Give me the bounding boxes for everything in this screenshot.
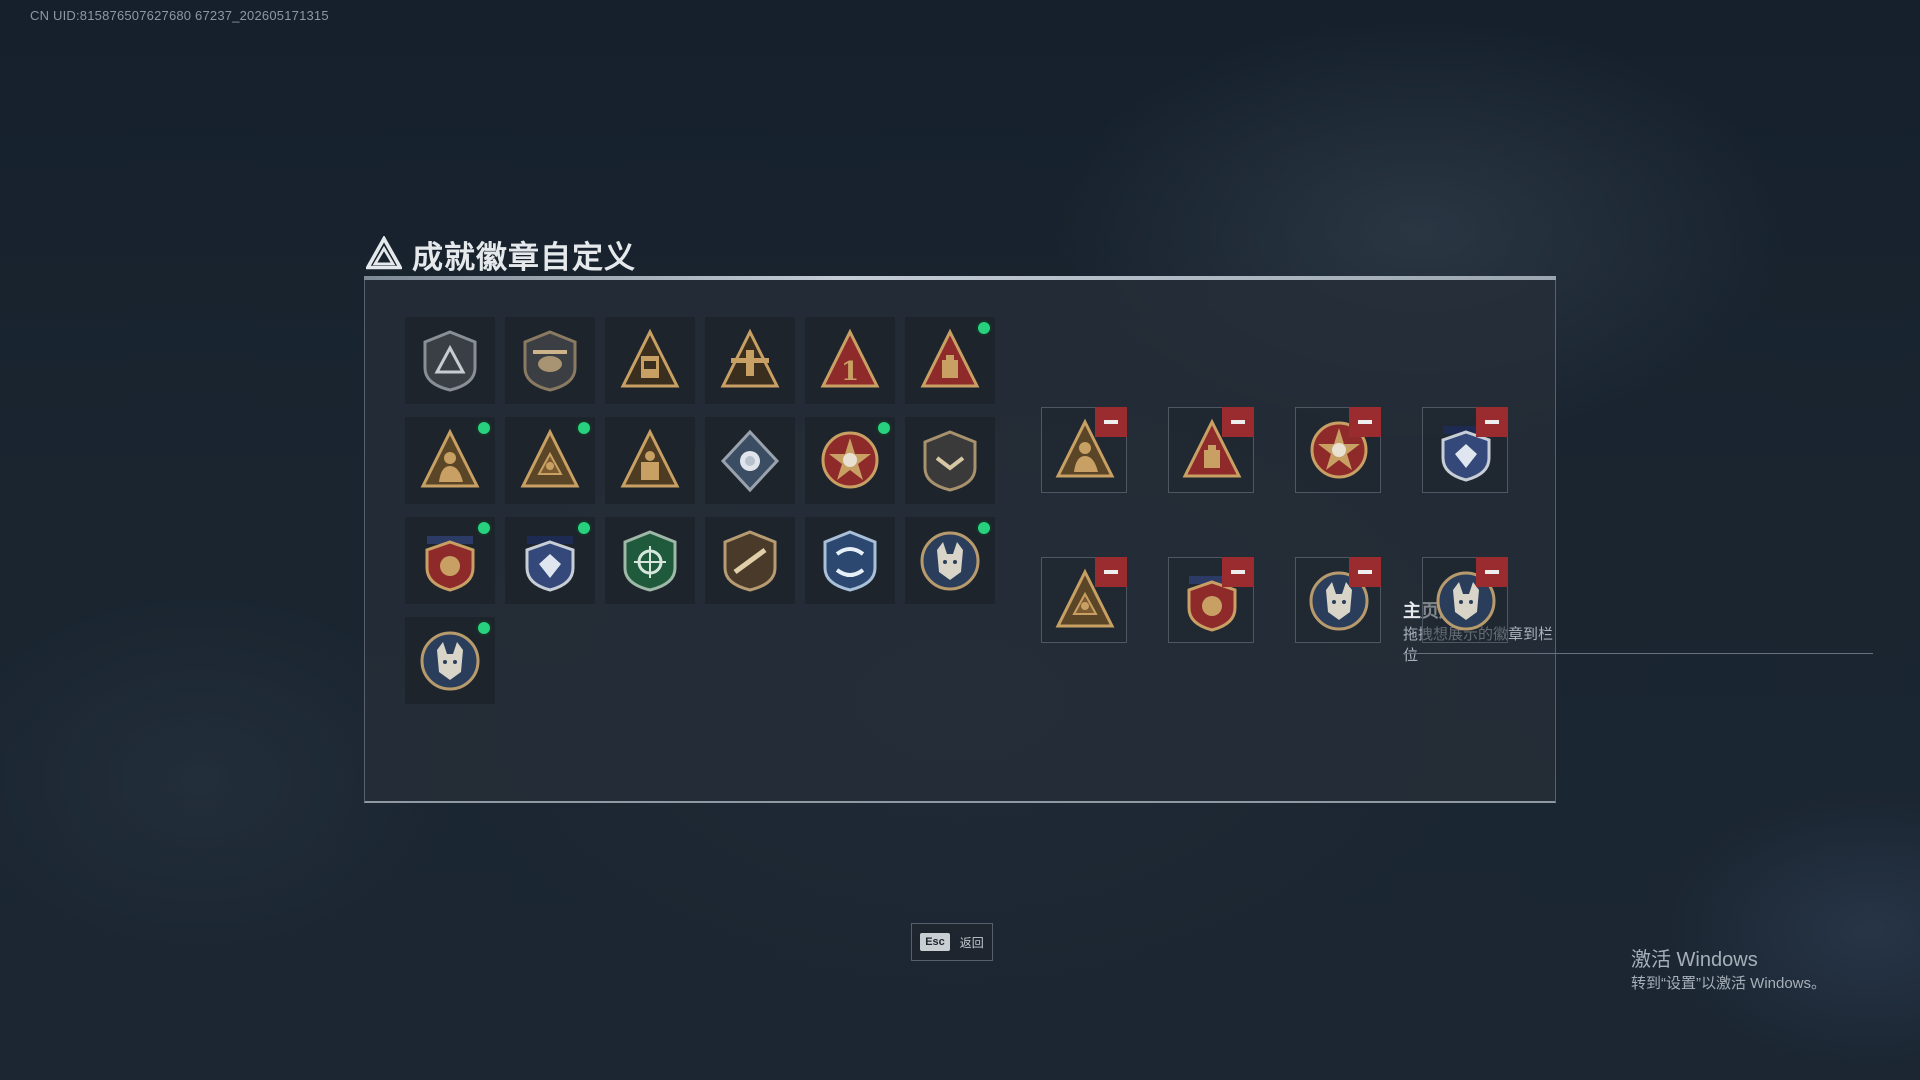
showcase-slot[interactable] [1041,407,1127,493]
back-button[interactable]: Esc 返回 [911,923,993,961]
brown-rifle-shield-icon [723,530,777,592]
windows-activation-hint: 转到“设置”以激活 Windows。 [1631,975,1827,992]
svg-text:1: 1 [841,357,859,387]
showcase-slot[interactable] [1422,407,1508,493]
gold-triangle-backpack-icon [620,328,680,388]
windows-activation-title: 激活 Windows [1631,949,1758,971]
showcase-slot[interactable] [1168,407,1254,493]
remove-badge-button[interactable] [1476,557,1508,587]
blue-arrows-shield-icon [823,530,877,592]
new-indicator-dot [978,522,990,534]
badge-tile[interactable] [505,417,595,504]
red-gold-ribbon-shield-icon [425,536,475,592]
remove-badge-button[interactable] [1222,557,1254,587]
badge-tile[interactable] [805,517,895,604]
showcase-divider [1403,653,1873,654]
silver-diamond-rose-icon [720,429,780,493]
blue-star-shield-gem-icon [525,536,575,592]
delta-logo-icon [366,236,402,270]
wolf-round-emblem-icon [420,631,480,691]
remove-badge-button[interactable] [1349,407,1381,437]
new-indicator-dot [478,522,490,534]
gold-triangle-emblem-icon [520,428,580,488]
remove-badge-button[interactable] [1222,407,1254,437]
badge-tile[interactable] [505,517,595,604]
remove-badge-button[interactable] [1095,407,1127,437]
helicopter-shield-icon [523,330,577,392]
badge-tile[interactable] [505,317,595,404]
badge-tile[interactable] [605,317,695,404]
remove-badge-button[interactable] [1349,557,1381,587]
uid-watermark: CN UID:815876507627680 67237_20260517131… [30,8,329,23]
remove-badge-button[interactable] [1095,557,1127,587]
page-title: 成就徽章自定义 [412,239,636,276]
red-triangle-bag-icon [920,328,980,388]
badge-tile[interactable]: 1 [805,317,895,404]
new-indicator-dot [978,322,990,334]
back-button-label: 返回 [959,935,984,950]
esc-key-label: Esc [920,933,950,951]
star-skull-medal-icon [821,431,879,489]
new-indicator-dot [878,422,890,434]
remove-badge-button[interactable] [1476,407,1508,437]
badge-tile[interactable] [705,517,795,604]
dark-shield-chevron-icon [923,430,977,492]
badge-tile[interactable] [605,517,695,604]
badge-tile[interactable] [705,417,795,504]
showcase-slot[interactable] [1295,407,1381,493]
showcase-slot[interactable] [1168,557,1254,643]
wolf-round-emblem-icon [920,531,980,591]
badge-tile[interactable] [405,517,495,604]
badge-tile[interactable] [905,517,995,604]
page-header: 成就徽章自定义 [366,232,636,276]
shield-triangle-icon [423,330,477,392]
badge-panel: 1 主页展示 拖拽想展示的徽章到栏位 [364,280,1873,803]
red-triangle-number-1-icon: 1 [820,328,880,388]
new-indicator-dot [578,422,590,434]
showcase-slot[interactable] [1422,557,1508,643]
badge-tile[interactable] [405,617,495,704]
new-indicator-dot [478,422,490,434]
new-indicator-dot [478,622,490,634]
green-crosshair-shield-icon [623,530,677,592]
showcase-slot[interactable] [1295,557,1381,643]
new-indicator-dot [578,522,590,534]
badge-tile[interactable] [405,417,495,504]
badge-tile[interactable] [405,317,495,404]
gold-triangle-aircraft-icon [720,328,780,388]
gold-triangle-figure-icon [620,428,680,488]
badge-tile[interactable] [605,417,695,504]
badge-tile[interactable] [905,417,995,504]
badge-tile[interactable] [905,317,995,404]
gold-triangle-soldier-icon [420,428,480,488]
badge-tile[interactable] [805,417,895,504]
showcase-slot[interactable] [1041,557,1127,643]
badge-tile[interactable] [705,317,795,404]
